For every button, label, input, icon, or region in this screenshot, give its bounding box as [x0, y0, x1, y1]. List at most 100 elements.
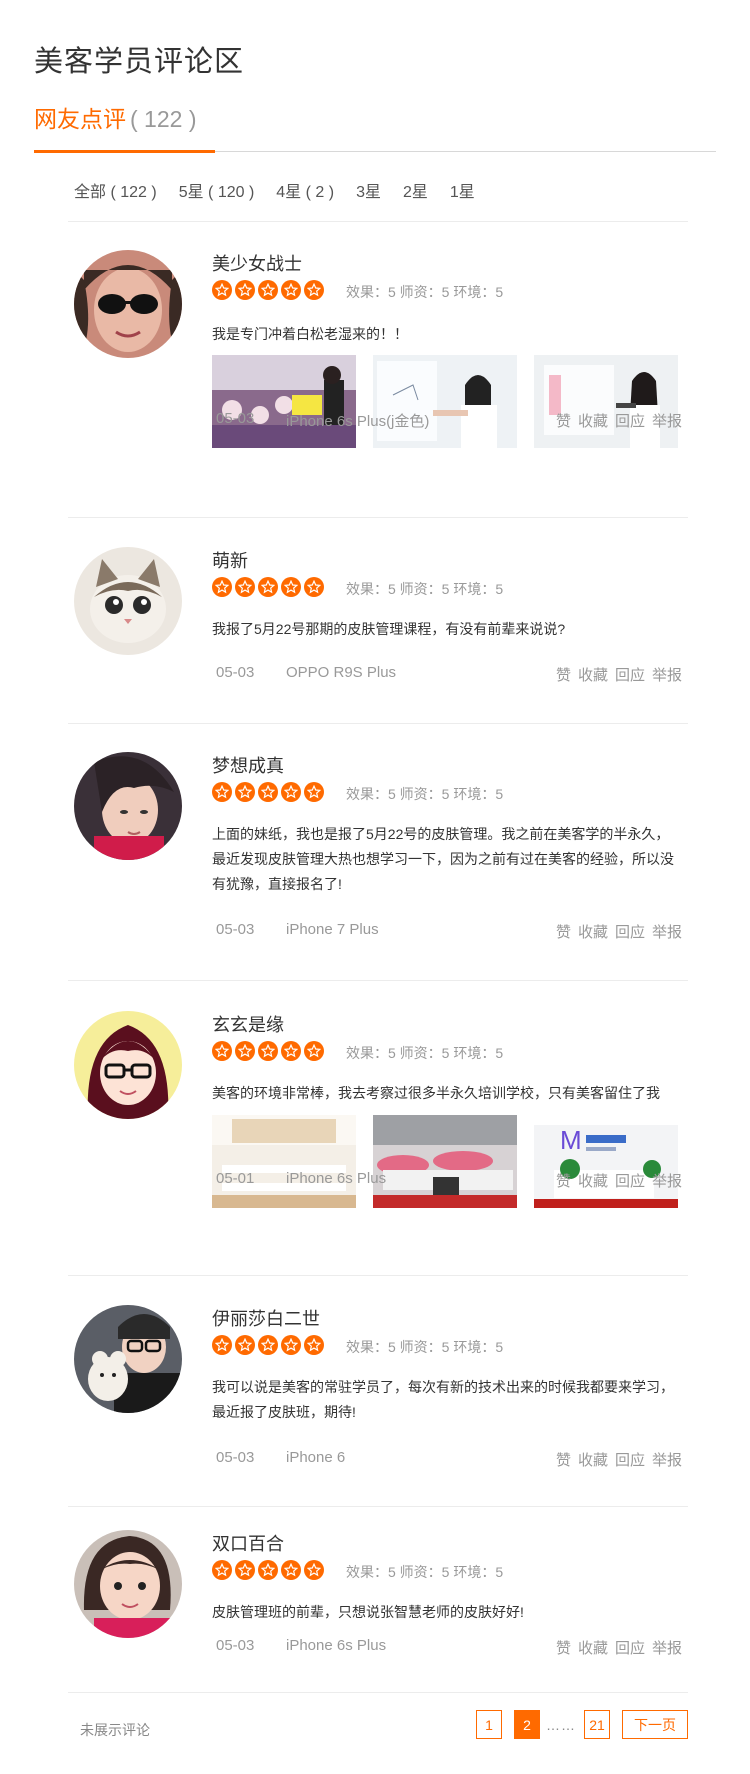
score-summary: 效果：5 师资：5 环境：5 [346, 1564, 504, 1580]
star-icon [281, 1335, 301, 1355]
collect-button[interactable]: 收藏 [578, 1449, 608, 1470]
reply-button[interactable]: 回应 [615, 1449, 645, 1470]
report-button[interactable]: 举报 [652, 664, 682, 685]
avatar[interactable] [74, 1530, 182, 1638]
star-rating [212, 1041, 327, 1061]
filter-1-star[interactable]: 1星 [450, 178, 475, 202]
page-1-button[interactable]: 1 [476, 1710, 502, 1739]
like-button[interactable]: 赞 [556, 410, 571, 431]
review-meta: 05-03 OPPO R9S Plus 赞 收藏 回应 举报 [216, 664, 682, 685]
star-icon [304, 280, 324, 300]
filter-5-star[interactable]: 5星 ( 120 ) [179, 178, 255, 202]
hidden-comments-link[interactable]: 未展示评论 [80, 1720, 150, 1740]
review-date: 05-03 [216, 664, 255, 681]
like-button[interactable]: 赞 [556, 921, 571, 942]
divider [68, 517, 688, 518]
avatar[interactable] [74, 752, 182, 860]
divider [68, 1506, 688, 1507]
star-icon [281, 280, 301, 300]
review-device: OPPO R9S Plus [286, 664, 397, 681]
divider [68, 221, 688, 222]
star-icon [281, 1041, 301, 1061]
collect-button[interactable]: 收藏 [578, 410, 608, 431]
tab-count: ( 122 ) [130, 106, 197, 132]
review-actions: 赞 收藏 回应 举报 [549, 1449, 682, 1470]
review-actions: 赞 收藏 回应 举报 [549, 664, 682, 685]
reply-button[interactable]: 回应 [615, 664, 645, 685]
star-icon [304, 1335, 324, 1355]
avatar[interactable] [74, 1011, 182, 1119]
star-icon [258, 280, 278, 300]
review-device: iPhone 6s Plus(j金色) [286, 413, 430, 430]
review-section-header: 网友点评( 122 ) [34, 100, 716, 153]
star-icon [235, 1041, 255, 1061]
star-icon [304, 782, 324, 802]
filter-4-star[interactable]: 4星 ( 2 ) [276, 178, 334, 202]
like-button[interactable]: 赞 [556, 1170, 571, 1191]
review-text: 美客的环境非常棒，我去考察过很多半永久培训学校，只有美客留住了我 [212, 1085, 660, 1101]
review-photo[interactable] [212, 1115, 356, 1208]
score-summary: 效果：5 师资：5 环境：5 [346, 284, 504, 300]
tab-netizen-reviews[interactable]: 网友点评( 122 ) [34, 100, 196, 134]
star-icon [212, 280, 232, 300]
rating-filter-bar: 全部 ( 122 ) 5星 ( 120 ) 4星 ( 2 ) 3星 2星 1星 [74, 178, 497, 202]
star-icon [235, 1560, 255, 1580]
pagination: 1 2 …… 21 下一页 [464, 1710, 688, 1739]
score-summary: 效果：5 师资：5 环境：5 [346, 1045, 504, 1061]
review-device: iPhone 6s Plus [286, 1170, 387, 1187]
review-meta: 05-03 iPhone 6s Plus 赞 收藏 回应 举报 [216, 1637, 682, 1658]
reply-button[interactable]: 回应 [615, 1637, 645, 1658]
reply-button[interactable]: 回应 [615, 410, 645, 431]
report-button[interactable]: 举报 [652, 921, 682, 942]
review-text: 我是专门冲着白松老湿来的！！ [212, 326, 408, 342]
review-photo[interactable] [534, 355, 678, 448]
reply-button[interactable]: 回应 [615, 921, 645, 942]
star-icon [212, 1335, 232, 1355]
filter-all[interactable]: 全部 ( 122 ) [74, 178, 157, 202]
review-text: 皮肤管理班的前辈，只想说张智慧老师的皮肤好好! [212, 1604, 524, 1620]
review-date: 05-01 [216, 1170, 255, 1187]
star-icon [258, 1335, 278, 1355]
star-rating [212, 1335, 327, 1355]
review-photo[interactable] [373, 355, 517, 448]
page-2-button[interactable]: 2 [514, 1710, 540, 1739]
star-icon [258, 1560, 278, 1580]
review-actions: 赞 收藏 回应 举报 [549, 1637, 682, 1658]
star-icon [281, 1560, 301, 1580]
svg-text:M: M [560, 1125, 582, 1155]
report-button[interactable]: 举报 [652, 1637, 682, 1658]
review-actions: 赞 收藏 回应 举报 [549, 921, 682, 942]
reviewer-name: 玄玄是缘 [212, 1015, 284, 1035]
star-icon [258, 1041, 278, 1061]
report-button[interactable]: 举报 [652, 1170, 682, 1191]
page-last-button[interactable]: 21 [584, 1710, 610, 1739]
report-button[interactable]: 举报 [652, 1449, 682, 1470]
pagination-ellipsis: …… [546, 1716, 576, 1733]
filter-3-star[interactable]: 3星 [356, 178, 381, 202]
star-icon [212, 577, 232, 597]
collect-button[interactable]: 收藏 [578, 664, 608, 685]
reply-button[interactable]: 回应 [615, 1170, 645, 1191]
collect-button[interactable]: 收藏 [578, 921, 608, 942]
divider [68, 980, 688, 981]
star-icon [212, 782, 232, 802]
avatar[interactable] [74, 547, 182, 655]
review-meta: 05-01 iPhone 6s Plus 赞 收藏 回应 举报 [216, 1170, 682, 1191]
star-rating [212, 280, 327, 300]
tab-label: 网友点评 [34, 106, 126, 132]
collect-button[interactable]: 收藏 [578, 1637, 608, 1658]
star-rating [212, 577, 327, 597]
like-button[interactable]: 赞 [556, 1637, 571, 1658]
next-page-button[interactable]: 下一页 [622, 1710, 688, 1739]
review-meta: 05-03 iPhone 6s Plus(j金色) 赞 收藏 回应 举报 [216, 410, 682, 431]
report-button[interactable]: 举报 [652, 410, 682, 431]
review-photo[interactable] [212, 355, 356, 448]
avatar[interactable] [74, 1305, 182, 1413]
avatar[interactable] [74, 250, 182, 358]
like-button[interactable]: 赞 [556, 1449, 571, 1470]
filter-2-star[interactable]: 2星 [403, 178, 428, 202]
review-photo[interactable] [373, 1115, 517, 1208]
review-photo[interactable]: M [534, 1115, 678, 1208]
collect-button[interactable]: 收藏 [578, 1170, 608, 1191]
like-button[interactable]: 赞 [556, 664, 571, 685]
